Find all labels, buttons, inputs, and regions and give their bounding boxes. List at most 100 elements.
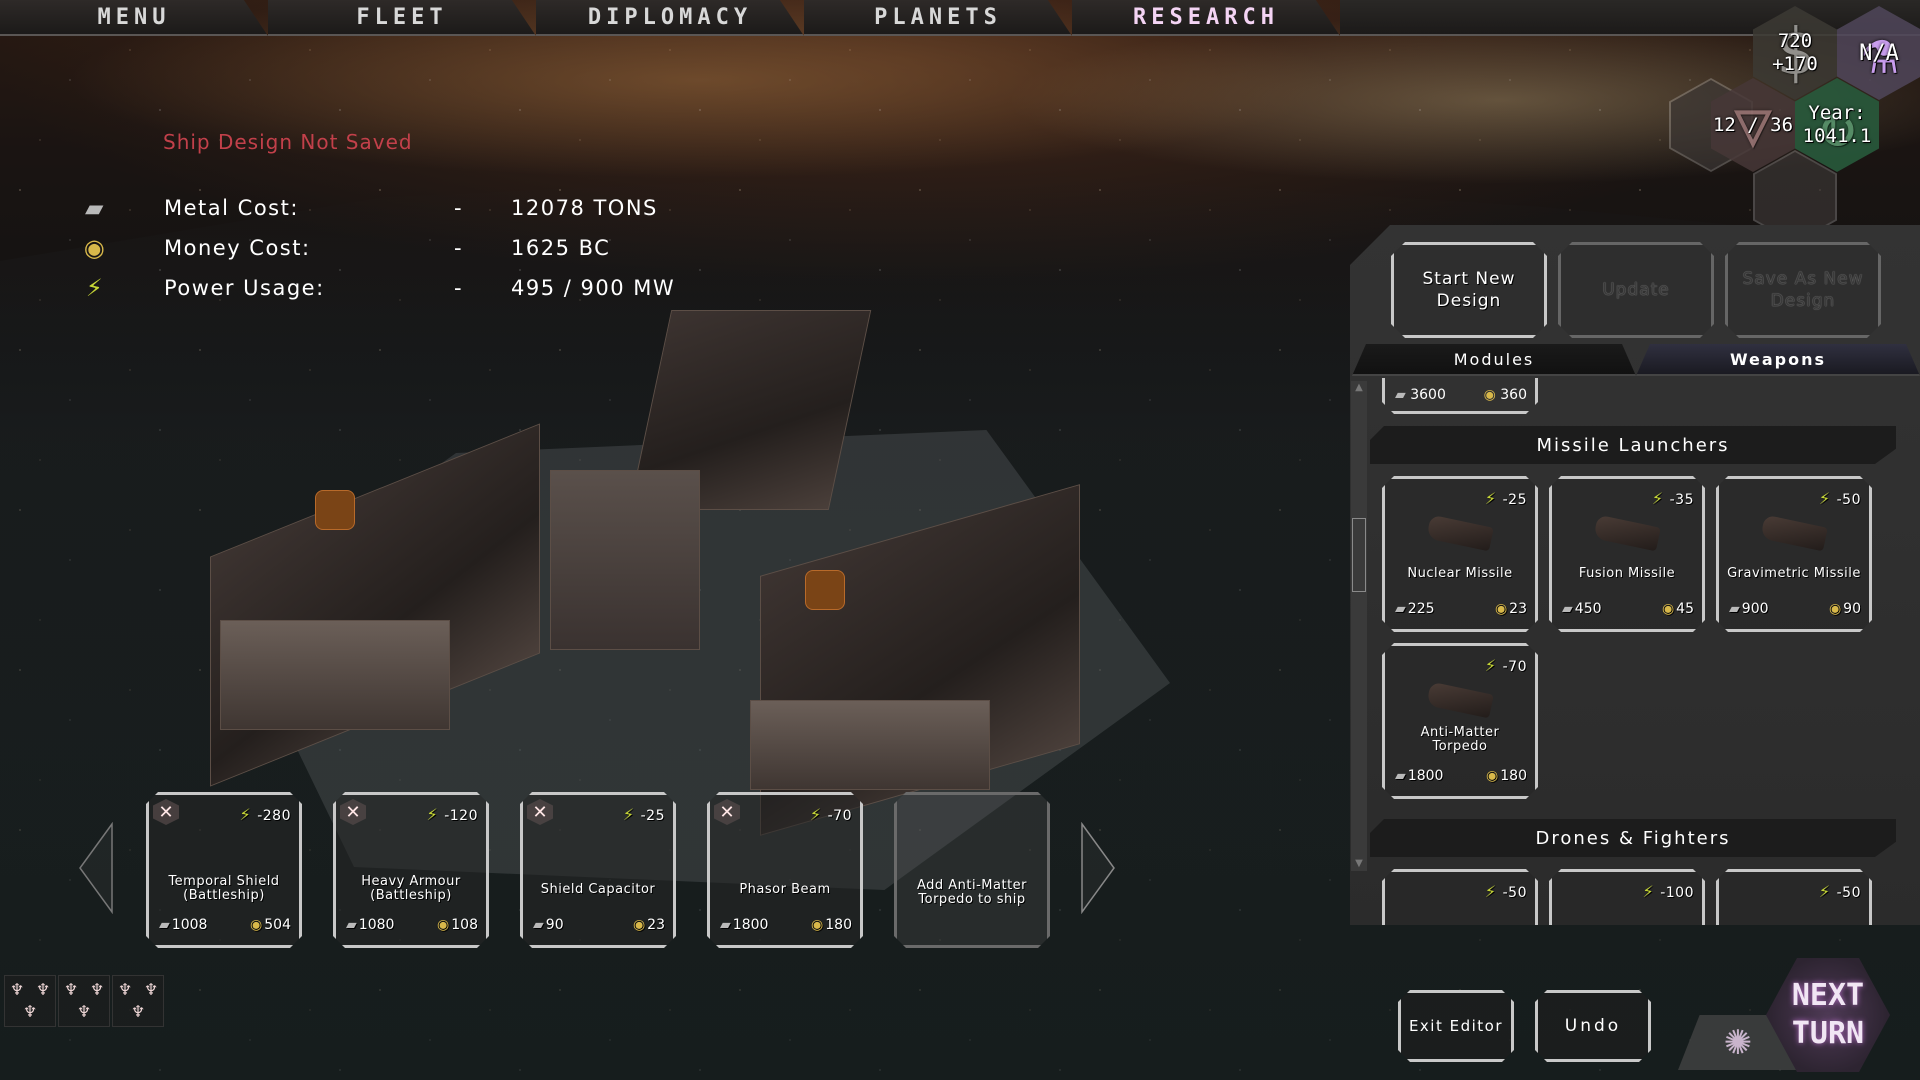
component-card[interactable]: ▰ 3600 ◉ 360 xyxy=(1382,378,1538,414)
design-status: Ship Design Not Saved xyxy=(163,130,413,154)
remove-module-button[interactable]: ✕ xyxy=(340,799,366,825)
fleet-group-icon[interactable]: ♆ ♆ ♆ xyxy=(58,975,110,1027)
component-name: Gravimetric Missile xyxy=(1727,566,1861,581)
carousel-prev-button[interactable] xyxy=(76,821,116,915)
remove-module-button[interactable]: ✕ xyxy=(527,799,553,825)
power-icon: ⚡ xyxy=(426,805,439,824)
save-as-new-design-button[interactable]: Save As New Design xyxy=(1725,242,1881,338)
fleet-groups: ♆ ♆ ♆ ♆ ♆ ♆ ♆ ♆ ♆ xyxy=(4,975,164,1027)
design-stats: ▰ Metal Cost: - 12078 TONS ◉ Money Cost:… xyxy=(78,188,675,308)
stat-metal-cost: ▰ Metal Cost: - 12078 TONS xyxy=(78,188,675,228)
module-costs: ▰ 1080 ◉ 108 xyxy=(346,917,478,933)
top-nav: MENU FLEET DIPLOMACY PLANETS RESEARCH xyxy=(0,0,1340,36)
module-power: ⚡ -120 xyxy=(426,805,478,824)
scroll-up-icon[interactable]: ▲ xyxy=(1351,381,1367,395)
torpedo-thumbnail xyxy=(1426,682,1494,719)
stat-value: 1625 BC xyxy=(511,236,611,260)
stat-label: Money Cost: xyxy=(164,236,311,260)
stat-label: Power Usage: xyxy=(164,276,325,300)
power-icon: ⚡ xyxy=(1651,489,1664,508)
coins-icon: ◉ xyxy=(1486,768,1499,784)
metal-icon: ▰ xyxy=(85,194,105,222)
component-power: ⚡ -25 xyxy=(1484,489,1527,508)
missile-thumbnail xyxy=(1426,515,1494,552)
scroll-thumb[interactable] xyxy=(1352,518,1366,592)
carousel-next-button[interactable] xyxy=(1078,821,1118,915)
remove-module-button[interactable]: ✕ xyxy=(714,799,740,825)
installed-module-card[interactable]: ✕ ⚡ -25 Shield Capacitor ▰ 90 ◉ 23 xyxy=(520,792,676,948)
installed-module-card[interactable]: ✕ ⚡ -120 Heavy Armour (Battleship) ▰ 1080 ◉… xyxy=(333,792,489,948)
nav-tab-diplomacy[interactable]: DIPLOMACY xyxy=(536,0,804,36)
galaxy-icon: ✺ xyxy=(1723,1022,1753,1063)
remove-module-button[interactable]: ✕ xyxy=(153,799,179,825)
update-button[interactable]: Update xyxy=(1558,242,1714,338)
component-card[interactable]: ⚡ -70 Anti-Matter Torpedo ▰ 1800 ◉ 180 xyxy=(1382,643,1538,799)
fleet-group-icon[interactable]: ♆ ♆ ♆ xyxy=(112,975,164,1027)
power-icon: ⚡ xyxy=(239,805,252,824)
module-power: ⚡ -280 xyxy=(239,805,291,824)
component-costs: ▰ 900 ◉ 90 xyxy=(1729,601,1861,617)
start-new-design-button[interactable]: Start New Design xyxy=(1391,242,1547,338)
power-icon: ⚡ xyxy=(1484,656,1497,675)
section-header-drones-fighters: Drones & Fighters xyxy=(1370,819,1896,857)
component-list-scrollbar[interactable]: ▲ ▼ xyxy=(1351,381,1367,871)
coins-icon: ◉ xyxy=(632,917,646,933)
nav-tab-menu[interactable]: MENU xyxy=(0,0,268,36)
nav-tab-research[interactable]: RESEARCH xyxy=(1072,0,1340,36)
money-income: +170 xyxy=(1772,53,1818,75)
scroll-down-icon[interactable]: ▼ xyxy=(1351,857,1367,871)
component-card[interactable]: ⚡ -25 Nuclear Missile ▰ 225 ◉ 23 xyxy=(1382,476,1538,632)
coins-icon: ◉ xyxy=(83,234,107,262)
component-costs: ▰ 450 ◉ 45 xyxy=(1562,601,1694,617)
coins-icon: ◉ xyxy=(1828,601,1842,617)
component-card[interactable]: ⚡ -100 xyxy=(1549,869,1705,925)
year-value: 1041.1 xyxy=(1802,125,1872,147)
component-costs: ▰ 225 ◉ 23 xyxy=(1395,601,1527,617)
component-power: ⚡ -50 xyxy=(1818,882,1861,901)
ship-vent xyxy=(315,490,355,530)
ship-model[interactable] xyxy=(200,290,1160,836)
component-costs: ▰ 1800 ◉ 180 xyxy=(1395,768,1527,784)
exit-editor-button[interactable]: Exit Editor xyxy=(1398,990,1514,1062)
component-card[interactable]: ⚡ -50 xyxy=(1716,869,1872,925)
ship-right-engine xyxy=(750,700,990,790)
component-name: Nuclear Missile xyxy=(1407,566,1513,581)
coins-icon: ◉ xyxy=(1494,601,1508,617)
module-power: ⚡ -70 xyxy=(809,805,852,824)
metal-icon: ▰ xyxy=(720,917,731,933)
module-costs: ▰ 90 ◉ 23 xyxy=(533,917,665,933)
coins-icon: ◉ xyxy=(437,917,450,933)
coins-icon: ◉ xyxy=(1661,601,1675,617)
metal-icon: ▰ xyxy=(1395,601,1406,617)
component-costs: ▰ 3600 ◉ 360 xyxy=(1395,387,1527,403)
add-module-slot[interactable]: Add Anti-Matter Torpedo to ship xyxy=(894,792,1050,948)
metal-icon: ▰ xyxy=(346,917,357,933)
component-list: ▰ 3600 ◉ 360 Missile Launchers ⚡ -25 Nucl… xyxy=(1370,378,1900,925)
undo-button[interactable]: Undo xyxy=(1535,990,1651,1062)
component-name: Fusion Missile xyxy=(1578,566,1676,581)
component-tabs: Modules Weapons xyxy=(1352,344,1920,376)
stat-separator: - xyxy=(454,236,464,260)
nav-tab-fleet[interactable]: FLEET xyxy=(268,0,536,36)
add-module-label: Add Anti-Matter Torpedo to ship xyxy=(916,878,1028,907)
money-value: 720 xyxy=(1777,30,1813,52)
component-power: ⚡ -70 xyxy=(1484,656,1527,675)
module-name: Heavy Armour (Battleship) xyxy=(361,874,461,903)
coins-icon: ◉ xyxy=(1483,387,1496,403)
power-icon: ⚡ xyxy=(85,274,105,302)
nav-tab-planets[interactable]: PLANETS xyxy=(804,0,1072,36)
component-power: ⚡ -50 xyxy=(1484,882,1527,901)
module-costs: ▰ 1800 ◉ 180 xyxy=(720,917,852,933)
ship-vent xyxy=(805,570,845,610)
component-card[interactable]: ⚡ -35 Fusion Missile ▰ 450 ◉ 45 xyxy=(1549,476,1705,632)
stat-value: 495 / 900 MW xyxy=(511,276,676,300)
module-name: Phasor Beam xyxy=(739,882,831,897)
tab-weapons[interactable]: Weapons xyxy=(1636,344,1920,376)
installed-module-card[interactable]: ✕ ⚡ -70 Phasor Beam ▰ 1800 ◉ 180 xyxy=(707,792,863,948)
component-card[interactable]: ⚡ -50 Gravimetric Missile ▰ 900 ◉ 90 xyxy=(1716,476,1872,632)
component-card[interactable]: ⚡ -50 xyxy=(1382,869,1538,925)
component-power: ⚡ -50 xyxy=(1818,489,1861,508)
fleet-group-icon[interactable]: ♆ ♆ ♆ xyxy=(4,975,56,1027)
tab-modules[interactable]: Modules xyxy=(1352,344,1636,376)
installed-module-card[interactable]: ✕ ⚡ -280 Temporal Shield (Battleship) ▰ 100… xyxy=(146,792,302,948)
